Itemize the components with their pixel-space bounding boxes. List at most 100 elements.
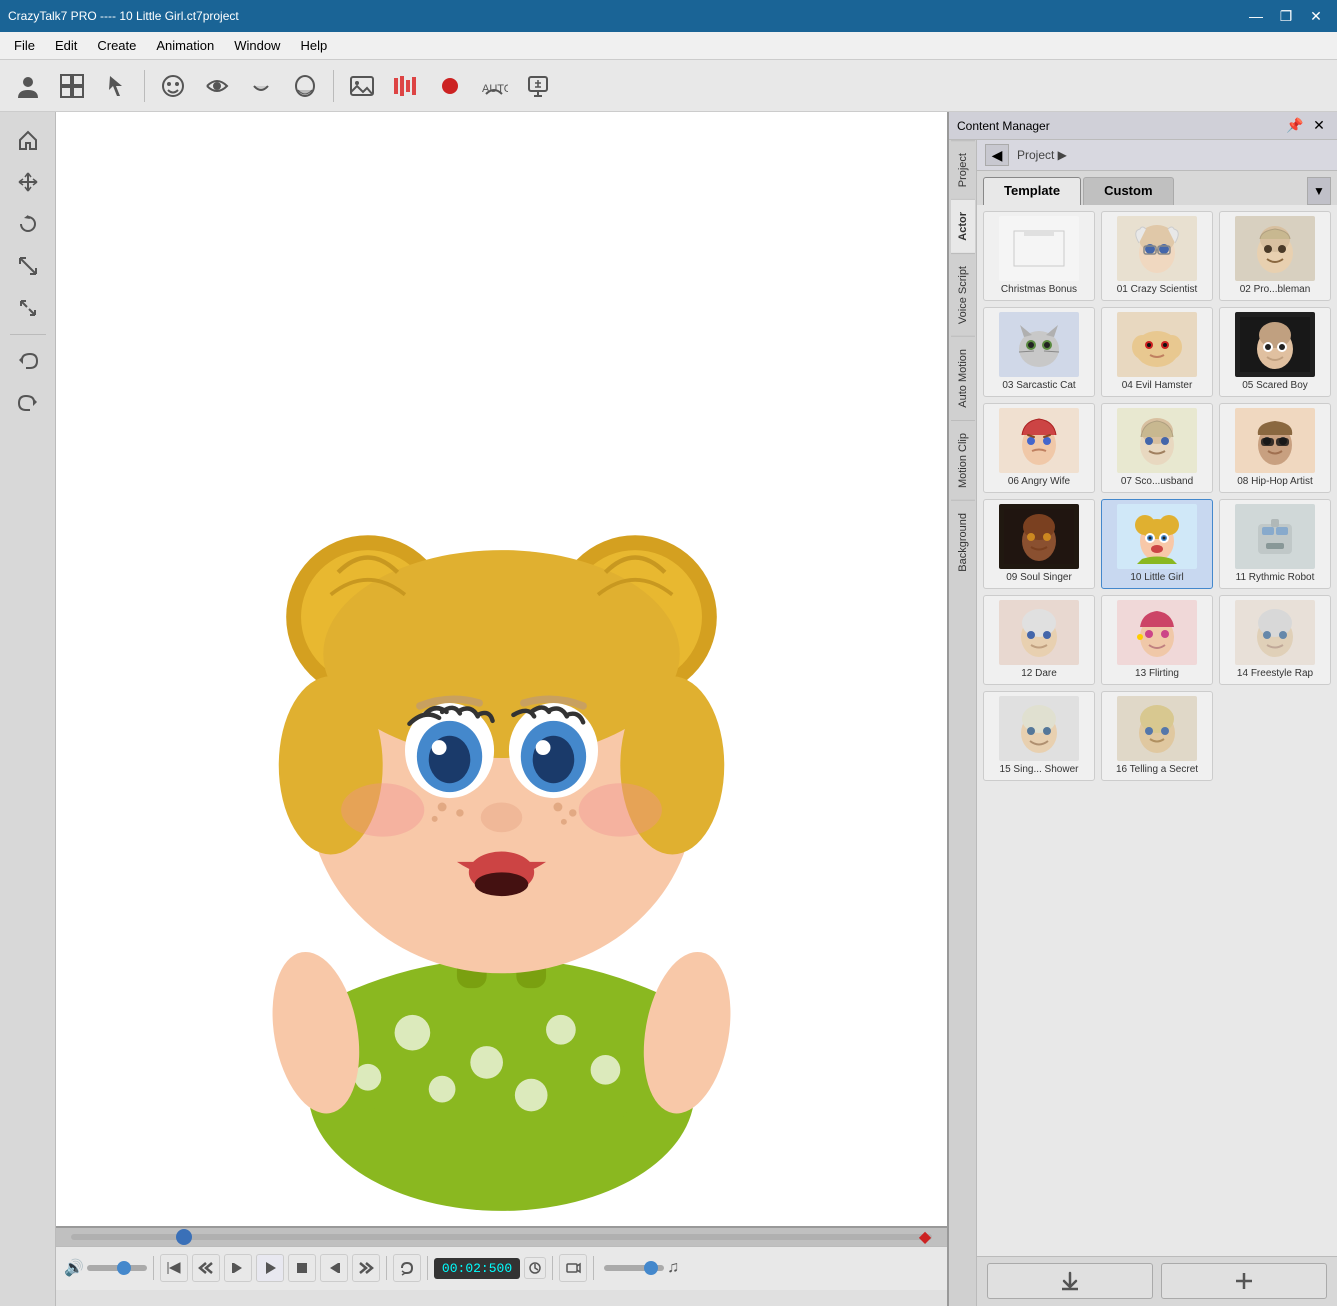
- grid-item-christmas-bonus[interactable]: Christmas Bonus: [983, 211, 1095, 301]
- grid-item-hiphop-artist[interactable]: 08 Hip-Hop Artist: [1219, 403, 1331, 493]
- menu-help[interactable]: Help: [290, 34, 337, 57]
- export-btn[interactable]: [518, 66, 558, 106]
- grid-item-sing-shower[interactable]: 15 Sing... Shower: [983, 691, 1095, 781]
- left-volume: 🔊: [64, 1258, 147, 1278]
- cm-pin-btn[interactable]: 📌: [1285, 116, 1305, 136]
- scale-btn[interactable]: [8, 246, 48, 286]
- cm-tab-dropdown[interactable]: ▼: [1307, 177, 1331, 205]
- volume-slider-left[interactable]: [87, 1265, 147, 1271]
- cm-tab-custom[interactable]: Custom: [1083, 177, 1173, 205]
- volume-handle-left[interactable]: [117, 1261, 131, 1275]
- face-btn[interactable]: [153, 66, 193, 106]
- vtab-auto-motion[interactable]: Auto Motion: [951, 336, 975, 420]
- audio-btn[interactable]: [386, 66, 426, 106]
- grid-item-rythmic-robot[interactable]: 11 Rythmic Robot: [1219, 499, 1331, 589]
- grid-item-dare[interactable]: 12 Dare: [983, 595, 1095, 685]
- rewind-btn[interactable]: [192, 1254, 220, 1282]
- play-btn[interactable]: [256, 1254, 284, 1282]
- actor-icon-btn[interactable]: [8, 66, 48, 106]
- grid-item-soul-singer[interactable]: 09 Soul Singer: [983, 499, 1095, 589]
- auto-btn[interactable]: AUTO: [474, 66, 514, 106]
- pointer-btn[interactable]: [96, 66, 136, 106]
- cm-grid-area: Christmas Bonus: [977, 205, 1337, 1256]
- cm-tab-template[interactable]: Template: [983, 177, 1081, 205]
- grid-item-probleman[interactable]: 02 Pro...bleman: [1219, 211, 1331, 301]
- prev-frame-btn[interactable]: [224, 1254, 252, 1282]
- image-btn[interactable]: [342, 66, 382, 106]
- home-btn[interactable]: [8, 120, 48, 160]
- transport-controls: 🔊: [56, 1246, 947, 1290]
- prev-btn[interactable]: [160, 1254, 188, 1282]
- menubar: File Edit Create Animation Window Help: [0, 32, 1337, 60]
- maximize-btn[interactable]: ❐: [1273, 6, 1299, 26]
- transport-sep-2: [386, 1256, 387, 1280]
- grid-item-sarcastic-cat[interactable]: 03 Sarcastic Cat: [983, 307, 1095, 397]
- redo-btn[interactable]: [8, 383, 48, 423]
- progress-track: [71, 1234, 932, 1240]
- next-frame-btn[interactable]: [320, 1254, 348, 1282]
- move-btn[interactable]: [8, 162, 48, 202]
- close-btn[interactable]: ✕: [1303, 6, 1329, 26]
- menu-file[interactable]: File: [4, 34, 45, 57]
- vtab-voice-script[interactable]: Voice Script: [951, 253, 975, 336]
- progress-handle[interactable]: [176, 1229, 192, 1245]
- thumb-probleman: [1235, 216, 1315, 281]
- grid-item-telling-secret[interactable]: 16 Telling a Secret: [1101, 691, 1213, 781]
- window-controls: — ❐ ✕: [1243, 6, 1329, 26]
- speaker-icon: 🔊: [64, 1258, 84, 1278]
- cm-back-btn[interactable]: ◀: [985, 144, 1009, 166]
- volume-handle-right[interactable]: [644, 1261, 658, 1275]
- thumb-freestyle-rap: [1235, 600, 1315, 665]
- time-settings-btn[interactable]: [524, 1257, 546, 1279]
- volume-slider-right[interactable]: [604, 1265, 664, 1271]
- label-rythmic-robot: 11 Rythmic Robot: [1236, 572, 1315, 584]
- grid-item-crazy-scientist[interactable]: 01 Crazy Scientist: [1101, 211, 1213, 301]
- grid-item-freestyle-rap[interactable]: 14 Freestyle Rap: [1219, 595, 1331, 685]
- head-btn[interactable]: [285, 66, 325, 106]
- grid-item-flirting[interactable]: 13 Flirting: [1101, 595, 1213, 685]
- grid-item-evil-hamster[interactable]: 04 Evil Hamster: [1101, 307, 1213, 397]
- record-output-btn[interactable]: [559, 1254, 587, 1282]
- minimize-btn[interactable]: —: [1243, 6, 1269, 26]
- character-display: [56, 112, 947, 1226]
- vtab-actor[interactable]: Actor: [951, 199, 975, 253]
- rotate-btn[interactable]: [8, 204, 48, 244]
- undo-btn[interactable]: [8, 341, 48, 381]
- label-scared-boy: 05 Scared Boy: [1242, 380, 1308, 392]
- cm-title-controls: 📌 ✕: [1285, 116, 1329, 136]
- main-wrapper: ◆ 🔊: [0, 112, 1337, 1306]
- stop-btn[interactable]: [288, 1254, 316, 1282]
- vtab-background[interactable]: Background: [951, 500, 975, 584]
- music-icon: ♫: [667, 1259, 679, 1277]
- mouth-btn[interactable]: [241, 66, 281, 106]
- scene-btn[interactable]: [52, 66, 92, 106]
- transport-sep-5: [593, 1256, 594, 1280]
- menu-animation[interactable]: Animation: [146, 34, 224, 57]
- grid-item-scared-boy[interactable]: 05 Scared Boy: [1219, 307, 1331, 397]
- record-btn[interactable]: [430, 66, 470, 106]
- label-dare: 12 Dare: [1021, 668, 1057, 680]
- menu-window[interactable]: Window: [224, 34, 290, 57]
- cm-close-btn[interactable]: ✕: [1309, 116, 1329, 136]
- vtab-motion-clip[interactable]: Motion Clip: [951, 420, 975, 500]
- cm-titlebar: Content Manager 📌 ✕: [949, 112, 1337, 140]
- vtab-project[interactable]: Project: [951, 140, 975, 199]
- transport-sep-1: [153, 1256, 154, 1280]
- grid-item-scousband[interactable]: 07 Sco...usband: [1101, 403, 1213, 493]
- menu-create[interactable]: Create: [87, 34, 146, 57]
- toolbar-sep-2: [333, 70, 334, 102]
- fullscreen-btn[interactable]: [8, 288, 48, 328]
- cm-download-btn[interactable]: [987, 1263, 1153, 1299]
- eye-btn[interactable]: [197, 66, 237, 106]
- thumb-dare: [999, 600, 1079, 665]
- loop-btn[interactable]: [393, 1254, 421, 1282]
- cm-tabs-bar: Template Custom ▼: [977, 171, 1337, 205]
- titlebar: CrazyTalk7 PRO ---- 10 Little Girl.ct7pr…: [0, 0, 1337, 32]
- timeline-bar-container[interactable]: ◆: [56, 1228, 947, 1246]
- grid-item-angry-wife[interactable]: 06 Angry Wife: [983, 403, 1095, 493]
- grid-item-little-girl[interactable]: 10 Little Girl: [1101, 499, 1213, 589]
- thumb-telling-secret: [1117, 696, 1197, 761]
- cm-add-btn[interactable]: [1161, 1263, 1327, 1299]
- menu-edit[interactable]: Edit: [45, 34, 87, 57]
- fast-forward-btn[interactable]: [352, 1254, 380, 1282]
